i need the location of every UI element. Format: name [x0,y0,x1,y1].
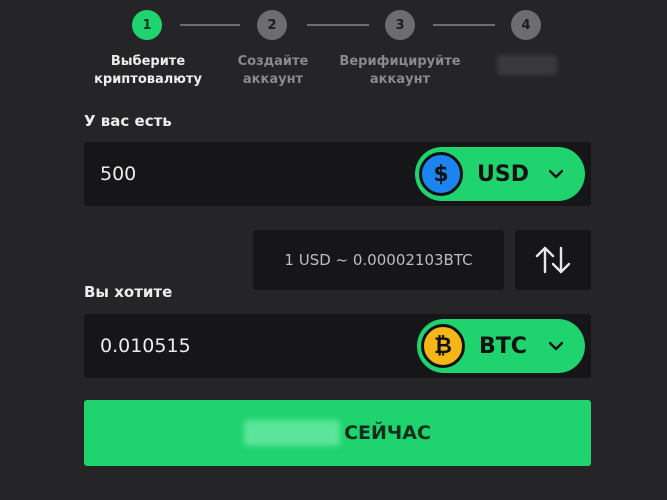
chevron-down-icon [549,169,563,179]
step-connector [180,24,240,26]
dollar-coin-icon: $ [419,152,463,196]
exchange-rate-display: 1 USD ~ 0.00002103BTC [253,230,504,290]
step-4-label-redacted [497,55,557,75]
want-currency-code: BTC [479,333,527,359]
step-4-indicator: 4 [511,10,541,40]
have-amount-row: $ USD [84,142,591,206]
buy-now-button[interactable]: СЕЙЧАС [84,400,591,466]
step-3-label: Верифицируйте аккаунт [339,53,460,89]
cta-redacted-text [244,420,341,446]
step-2-label-line1: Создайте [237,54,309,69]
step-3-label-line2: аккаунт [369,72,431,87]
step-3-indicator: 3 [385,10,415,40]
swap-currencies-button[interactable] [515,230,591,290]
have-label: У вас есть [84,112,172,130]
step-2-label: Создайте аккаунт [238,53,309,89]
have-currency-code: USD [477,161,529,187]
want-amount-row: ₿ BTC [84,314,591,378]
swap-arrows-icon [535,246,571,274]
progress-stepper: 1 2 3 4 Выберите криптовалюту Создайте а… [0,0,667,100]
want-amount-input[interactable] [100,314,400,378]
bitcoin-coin-icon: ₿ [421,324,465,368]
exchange-rate-text: 1 USD ~ 0.00002103BTC [284,251,473,269]
have-amount-input[interactable] [100,142,400,206]
step-connector [307,24,369,26]
step-connector [433,24,495,26]
want-label: Вы хотите [84,283,173,301]
step-3-label-line1: Верифицируйте [339,54,461,69]
step-2-indicator: 2 [257,10,287,40]
step-1-label: Выберите криптовалюту [94,53,202,89]
step-1-label-line2: криптовалюту [94,72,202,87]
want-currency-select[interactable]: ₿ BTC [417,319,585,373]
step-1-label-line1: Выберите [110,54,186,69]
have-currency-select[interactable]: $ USD [415,147,585,201]
step-2-label-line2: аккаунт [242,72,304,87]
step-1-indicator: 1 [132,10,162,40]
chevron-down-icon [549,341,563,351]
cta-label: СЕЙЧАС [344,422,431,444]
